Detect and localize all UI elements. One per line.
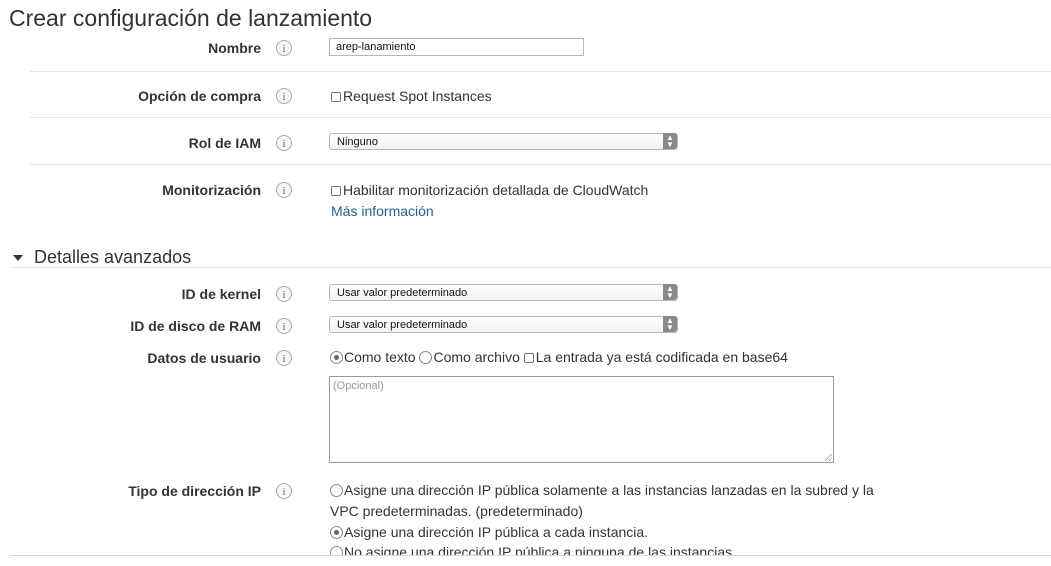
kernel-id-label: ID de kernel bbox=[181, 286, 261, 302]
ramdisk-id-label: ID de disco de RAM bbox=[130, 318, 261, 334]
base64-option[interactable]: La entrada ya está codificada en base64 bbox=[523, 349, 788, 365]
ramdisk-id-selected-value: Usar valor predeterminado bbox=[337, 319, 468, 331]
user-data-placeholder: (Opcional) bbox=[333, 380, 384, 392]
kernel-id-select[interactable]: Usar valor predeterminado ▲ ▼ bbox=[329, 284, 678, 301]
ip-option-every-instance[interactable]: Asigne una dirección IP pública a cada i… bbox=[330, 524, 648, 540]
separator bbox=[10, 555, 1051, 556]
name-label: Nombre bbox=[208, 40, 261, 56]
separator bbox=[30, 71, 1051, 72]
purchase-option-label: Opción de compra bbox=[138, 88, 261, 104]
spot-instances-label: Request Spot Instances bbox=[343, 88, 492, 104]
ip-option-none[interactable]: No asigne una dirección IP pública a nin… bbox=[330, 544, 736, 555]
ip-option-default-label-cont: VPC predeterminadas. (predeterminado) bbox=[330, 503, 583, 519]
ramdisk-id-select[interactable]: Usar valor predeterminado ▲ ▼ bbox=[329, 316, 678, 333]
page-title: Crear configuración de lanzamiento bbox=[9, 5, 373, 31]
iam-role-selected-value: Ninguno bbox=[337, 136, 378, 148]
iam-role-select[interactable]: Ninguno ▲ ▼ bbox=[329, 133, 678, 150]
kernel-id-selected-value: Usar valor predeterminado bbox=[337, 287, 468, 299]
as-text-label: Como texto bbox=[344, 349, 416, 365]
user-data-options: Como texto Como archivo La entrada ya es… bbox=[330, 349, 788, 365]
user-data-textarea[interactable]: (Opcional) bbox=[329, 376, 834, 463]
base64-label: La entrada ya está codificada en base64 bbox=[535, 349, 788, 365]
ip-type-label: Tipo de dirección IP bbox=[128, 483, 261, 499]
user-data-label: Datos de usuario bbox=[147, 350, 261, 366]
monitoring-label: Monitorización bbox=[162, 182, 261, 198]
info-icon[interactable]: i bbox=[276, 350, 292, 366]
as-file-radio[interactable] bbox=[419, 351, 433, 364]
ip-option-none-label: No asigne una dirección IP pública a nin… bbox=[344, 544, 736, 555]
detailed-monitoring-option[interactable]: Habilitar monitorización detallada de Cl… bbox=[331, 182, 648, 198]
info-icon[interactable]: i bbox=[276, 182, 292, 198]
info-icon[interactable]: i bbox=[276, 318, 292, 334]
chevron-up-down-icon: ▲ ▼ bbox=[663, 133, 677, 149]
detailed-monitoring-checkbox[interactable] bbox=[331, 186, 341, 196]
ip-option-every-instance-radio[interactable] bbox=[330, 526, 343, 539]
info-icon[interactable]: i bbox=[276, 88, 292, 104]
info-icon[interactable]: i bbox=[276, 483, 292, 499]
spot-instances-option[interactable]: Request Spot Instances bbox=[331, 88, 492, 104]
more-info-link[interactable]: Más información bbox=[331, 203, 434, 219]
chevron-up-down-icon: ▲ ▼ bbox=[663, 284, 677, 300]
name-input[interactable]: arep-lanamiento bbox=[329, 38, 584, 56]
detailed-monitoring-label: Habilitar monitorización detallada de Cl… bbox=[343, 182, 649, 198]
separator bbox=[10, 267, 1051, 268]
info-icon[interactable]: i bbox=[276, 135, 292, 151]
ip-option-default-label: Asigne una dirección IP pública solament… bbox=[344, 482, 874, 498]
base64-checkbox[interactable] bbox=[523, 353, 534, 363]
as-file-label: Como archivo bbox=[433, 349, 520, 365]
advanced-details-toggle[interactable]: Detalles avanzados bbox=[34, 247, 191, 268]
spot-instances-checkbox[interactable] bbox=[331, 92, 341, 102]
iam-role-label: Rol de IAM bbox=[188, 135, 261, 151]
ip-option-default[interactable]: Asigne una dirección IP pública solament… bbox=[330, 482, 874, 498]
separator bbox=[30, 117, 1051, 118]
as-file-option[interactable]: Como archivo bbox=[419, 349, 520, 365]
as-text-radio[interactable] bbox=[330, 351, 343, 364]
separator bbox=[30, 164, 1051, 165]
resize-grip-icon[interactable] bbox=[825, 454, 832, 461]
chevron-up-down-icon: ▲ ▼ bbox=[663, 316, 677, 332]
ip-option-none-radio[interactable] bbox=[330, 546, 343, 555]
ip-option-none-clip: No asigne una dirección IP pública a nin… bbox=[0, 544, 1051, 555]
ip-option-default-radio[interactable] bbox=[330, 484, 343, 497]
info-icon[interactable]: i bbox=[276, 286, 292, 302]
as-text-option[interactable]: Como texto bbox=[330, 349, 416, 365]
triangle-down-icon[interactable] bbox=[13, 255, 23, 261]
ip-option-every-instance-label: Asigne una dirección IP pública a cada i… bbox=[344, 524, 649, 540]
info-icon[interactable]: i bbox=[276, 40, 292, 56]
